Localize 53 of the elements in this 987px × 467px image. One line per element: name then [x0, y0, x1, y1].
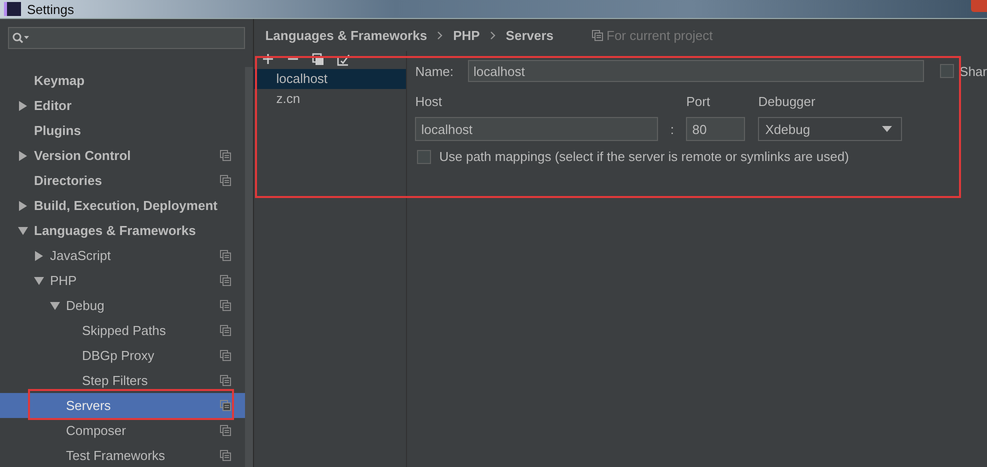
- expanded-arrow-icon[interactable]: [50, 300, 60, 310]
- share-checkbox[interactable]: [940, 64, 954, 78]
- chevron-icon: [437, 30, 444, 40]
- search-field[interactable]: [8, 27, 246, 49]
- tree-item[interactable]: Languages & Frameworks: [0, 218, 246, 243]
- tree-item[interactable]: Directories: [0, 168, 246, 193]
- tree-item[interactable]: Composer: [0, 418, 246, 443]
- separator-label: :: [669, 122, 676, 136]
- chevron-icon: [490, 30, 496, 40]
- path-mappings-checkbox[interactable]: [417, 150, 432, 164]
- tree-item[interactable]: Debug: [0, 293, 246, 318]
- tree-item[interactable]: Build, Execution, Deployment: [0, 193, 246, 218]
- name-field[interactable]: localhost: [468, 60, 924, 82]
- copy-icon[interactable]: [312, 52, 324, 66]
- path-mappings-label: Use path mappings (select if the server is remote or symlinks are used): [439, 149, 849, 164]
- caret-icon: [881, 125, 894, 133]
- tree-item[interactable]: Keymap: [0, 68, 246, 93]
- server-item[interactable]: localhost: [254, 69, 406, 89]
- add-icon[interactable]: [262, 53, 274, 65]
- debugger-dropdown[interactable]: Xdebug: [758, 117, 902, 141]
- name-label: Name:: [415, 64, 454, 78]
- search-icon: [12, 32, 30, 44]
- tree-item[interactable]: Test Frameworks: [0, 443, 246, 467]
- project-level-icon: [592, 30, 603, 40]
- host-field[interactable]: localhost: [415, 117, 658, 141]
- collapsed-arrow-icon[interactable]: [18, 100, 28, 110]
- tree-item[interactable]: Skipped Paths: [0, 318, 246, 343]
- debugger-label: Debugger: [758, 94, 816, 109]
- collapsed-arrow-icon[interactable]: [18, 150, 28, 160]
- server-item[interactable]: z.cn: [254, 89, 406, 109]
- tree-item[interactable]: Plugins: [0, 118, 246, 143]
- tree-item[interactable]: DBGp Proxy: [0, 343, 246, 368]
- port-field[interactable]: 80: [686, 117, 746, 141]
- window-title: Settings: [27, 2, 74, 16]
- tree-item[interactable]: Editor: [0, 93, 246, 118]
- tree-item[interactable]: JavaScript: [0, 243, 246, 268]
- breadcrumb-item[interactable]: Servers: [506, 28, 554, 42]
- collapsed-arrow-icon[interactable]: [34, 250, 44, 260]
- port-label: Port: [686, 94, 712, 109]
- tree-item[interactable]: Version Control: [0, 143, 246, 168]
- app-logo-icon: [4, 2, 21, 16]
- share-label: Shar: [960, 64, 987, 78]
- collapsed-arrow-icon[interactable]: [18, 200, 28, 210]
- expanded-arrow-icon[interactable]: [18, 226, 28, 236]
- scope-label: For current project: [606, 28, 713, 42]
- expanded-arrow-icon[interactable]: [34, 276, 44, 286]
- edit-icon[interactable]: [337, 52, 350, 66]
- breadcrumb-item[interactable]: PHP: [453, 28, 480, 42]
- breadcrumb-item[interactable]: Languages & Frameworks: [265, 28, 428, 42]
- tree-item[interactable]: Step Filters: [0, 368, 246, 393]
- scrollbar[interactable]: [245, 67, 254, 467]
- tree-item[interactable]: PHP: [0, 268, 246, 293]
- host-label: Host: [415, 94, 443, 109]
